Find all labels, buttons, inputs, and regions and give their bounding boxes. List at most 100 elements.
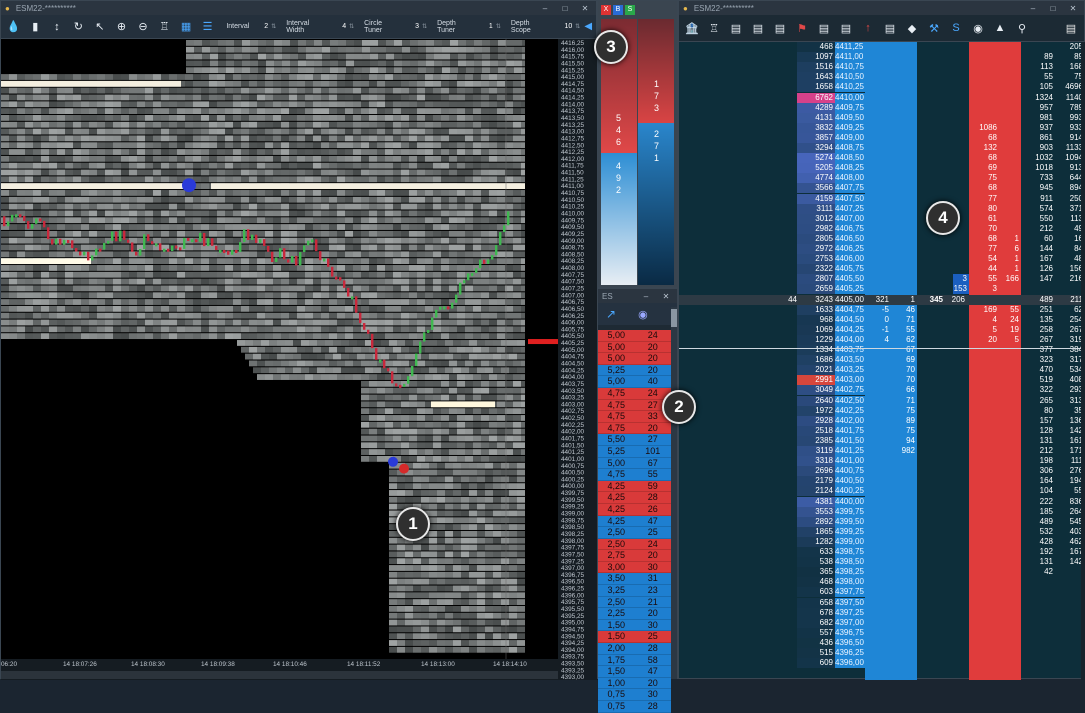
sheet-icon[interactable]: ▤ xyxy=(771,19,789,37)
minimize-button[interactable]: – xyxy=(538,4,552,13)
toolbar-control-depth-scope[interactable]: Depth Scope 10 ⇅ xyxy=(511,20,580,34)
ladder-row[interactable]: 1516 4410,75 113 168 xyxy=(679,62,1085,73)
ladder-row[interactable]: 2753 4406,00 54 1 167 48 xyxy=(679,254,1085,265)
ladder-row[interactable]: 1334 4403,75 67 377 384 xyxy=(679,345,1085,355)
zoom-in-icon[interactable]: ⊕ xyxy=(113,18,131,36)
price-ladder[interactable]: 468 4411,25 205 1097 4411,00 89 89 1516 4410,75 1… xyxy=(679,42,1085,680)
ladder-row[interactable]: 1069 4404,25 -1 55 5 19 258 267 xyxy=(679,324,1085,335)
ladder-row[interactable]: 2991 4403,00 70 519 408 xyxy=(679,375,1085,386)
ladder-row[interactable]: 2659 4405,25 3 153 xyxy=(679,284,1085,295)
ladder-row[interactable]: 2892 4399,50 489 545 xyxy=(679,516,1085,527)
ladder-row[interactable]: 2518 4401,75 75 128 142 xyxy=(679,425,1085,436)
minimize-button[interactable]: – xyxy=(639,292,653,301)
buy-button[interactable]: B xyxy=(613,5,623,15)
ladder-row[interactable]: 682 4397,00 xyxy=(679,617,1085,628)
rocket-icon[interactable]: ↑ xyxy=(859,19,877,37)
ladder-row[interactable]: 4774 4408,00 75 733 644 xyxy=(679,173,1085,184)
ladder-row[interactable]: 4381 4400,00 222 836 xyxy=(679,496,1085,507)
close-button[interactable]: ✕ xyxy=(578,4,592,13)
ladder-row[interactable]: 2972 4406,25 77 6 144 84 xyxy=(679,244,1085,254)
ladder-row[interactable]: 1282 4399,00 428 462 xyxy=(679,536,1085,547)
ladder-row[interactable]: 468 4398,00 xyxy=(679,577,1085,588)
sheet-icon[interactable]: ▤ xyxy=(749,19,767,37)
ladder-row[interactable]: 2805 4406,50 68 1 60 16 xyxy=(679,233,1085,244)
control-value[interactable]: 3 xyxy=(415,23,419,30)
ladder-row[interactable]: 1229 4404,00 4 62 20 5 267 319 xyxy=(679,334,1085,345)
ladder-row[interactable]: 609 4396,00 xyxy=(679,658,1085,669)
spinner-icon[interactable]: ⇅ xyxy=(496,23,501,30)
ladder-row[interactable]: 1633 4404,75 -5 46 169 55 251 62 xyxy=(679,304,1085,315)
bank-icon[interactable]: 🏦 xyxy=(683,19,701,37)
maximize-button[interactable]: □ xyxy=(558,4,572,13)
minimize-button[interactable]: – xyxy=(1026,4,1040,13)
ladder-row[interactable]: 5205 4408,25 69 1018 913 xyxy=(679,163,1085,174)
chart-canvas[interactable]: 4416,254416,004415,754415,504415,254415,… xyxy=(1,39,598,680)
toolbar-control-circle-tuner[interactable]: Circle Tuner 3 ⇅ xyxy=(364,20,427,34)
ladder-row[interactable]: 1972 4402,25 75 80 35 xyxy=(679,405,1085,416)
ladder-row[interactable]: 3318 4401,00 198 111 xyxy=(679,456,1085,467)
time-sales-list[interactable]: 5,00 24 5,00 20 5,00 20 5,25 20 5,00 40 4,75 24 4,75… xyxy=(598,330,671,713)
ladder-row[interactable]: 2928 4402,00 89 157 136 xyxy=(679,415,1085,426)
ladder-row[interactable]: 1865 4399,25 532 403 xyxy=(679,526,1085,537)
ladder-row[interactable]: 3553 4399,75 185 264 xyxy=(679,506,1085,517)
ladder-row[interactable]: 515 4396,25 xyxy=(679,648,1085,658)
ladder-row[interactable]: 4159 4407,50 77 911 250 xyxy=(679,193,1085,204)
ladder-row[interactable]: 6762 4410,00 1324 1140 xyxy=(679,92,1085,103)
ladder-row[interactable]: 633 4398,75 192 167 xyxy=(679,547,1085,557)
ladder-row[interactable]: 468 4411,25 205 xyxy=(679,42,1085,52)
chart-icon[interactable]: ▲ xyxy=(991,19,1009,37)
search-icon[interactable]: ⚲ xyxy=(1013,19,1031,37)
histogram-icon[interactable]: ▮ xyxy=(27,18,45,36)
ladder-scrollbar[interactable] xyxy=(1081,42,1085,680)
grid-icon[interactable]: ▦ xyxy=(177,18,195,36)
ladder-row[interactable]: 2640 4402,50 71 265 313 xyxy=(679,395,1085,406)
time-sales-scrollbar[interactable] xyxy=(671,307,677,679)
ladder-row[interactable]: 2807 4405,50 55 166 3 147 216 xyxy=(679,274,1085,285)
ladder-row[interactable]: 3119 4401,25 982 212 171 xyxy=(679,446,1085,456)
ladder-row[interactable]: 2982 4406,75 70 212 49 xyxy=(679,223,1085,234)
s-icon[interactable]: S xyxy=(947,19,965,37)
sheet-icon[interactable]: ▤ xyxy=(815,19,833,37)
cursor-icon[interactable]: ↖ xyxy=(91,18,109,36)
ladder-row[interactable]: 3049 4402,75 66 322 293 xyxy=(679,385,1085,396)
drop-icon[interactable]: 💧 xyxy=(5,18,23,36)
ladder-row[interactable]: 603 4397,75 xyxy=(679,587,1085,598)
refresh-icon[interactable]: ↻ xyxy=(70,18,88,36)
ladder-row[interactable]: 3012 4407,00 61 550 113 xyxy=(679,213,1085,224)
ladder-row[interactable]: 3294 4408,75 132 903 1133 xyxy=(679,143,1085,153)
layout-icon[interactable]: ▤ xyxy=(1062,19,1080,37)
toolbar-control-depth-tuner[interactable]: Depth Tuner 1 ⇅ xyxy=(437,20,501,34)
ladder-row[interactable]: 3832 4409,25 1086 937 933 xyxy=(679,122,1085,133)
bag-icon[interactable]: ◆ xyxy=(903,19,921,37)
ladder-row[interactable]: 2124 4400,25 104 55 xyxy=(679,486,1085,497)
ladder-row[interactable]: 2179 4400,50 164 194 xyxy=(679,476,1085,487)
control-value[interactable]: 1 xyxy=(489,23,493,30)
spinner-icon[interactable]: ⇅ xyxy=(422,23,427,30)
tooth-icon[interactable]: ♖ xyxy=(705,19,723,37)
spinner-icon[interactable]: ⇅ xyxy=(349,23,354,30)
sell-button[interactable]: S xyxy=(625,5,635,15)
sheet-icon[interactable]: ▤ xyxy=(727,19,745,37)
discord-icon[interactable]: ◉ xyxy=(638,308,648,321)
maximize-button[interactable]: □ xyxy=(1046,4,1060,13)
sheet-icon[interactable]: ▤ xyxy=(837,19,855,37)
spinner-icon[interactable]: ⇅ xyxy=(271,23,276,30)
ladder-row[interactable]: 1643 4410,50 55 75 xyxy=(679,72,1085,83)
discord-icon[interactable]: ◉ xyxy=(969,19,987,37)
cancel-all-button[interactable]: X xyxy=(601,5,611,15)
close-button[interactable]: ✕ xyxy=(659,292,673,301)
toolbar-control-interval-width[interactable]: Interval Width 4 ⇅ xyxy=(286,20,354,34)
ladder-row[interactable]: 968 4404,50 0 71 4 24 135 254 xyxy=(679,314,1085,325)
control-value[interactable]: 2 xyxy=(264,23,268,30)
zoom-out-icon[interactable]: ⊖ xyxy=(134,18,152,36)
control-value[interactable]: 10 xyxy=(564,23,572,30)
toolbar-control-interval[interactable]: Interval 2 ⇅ xyxy=(226,23,276,30)
ladder-row[interactable]: 538 4398,50 131 142 xyxy=(679,557,1085,568)
ladder-row[interactable]: 2322 4405,75 44 1 126 156 xyxy=(679,264,1085,275)
ladder-row[interactable]: 3566 4407,75 68 945 894 xyxy=(679,183,1085,194)
collapse-left-icon[interactable]: ◀ xyxy=(584,21,592,32)
ladder-row[interactable]: 1658 4410,25 105 4696 xyxy=(679,82,1085,93)
arrows-vertical-icon[interactable]: ↕ xyxy=(48,18,66,36)
ladder-row[interactable]: 4131 4409,50 981 993 xyxy=(679,112,1085,123)
ladder-row[interactable]: 3857 4409,00 68 861 914 xyxy=(679,132,1085,143)
